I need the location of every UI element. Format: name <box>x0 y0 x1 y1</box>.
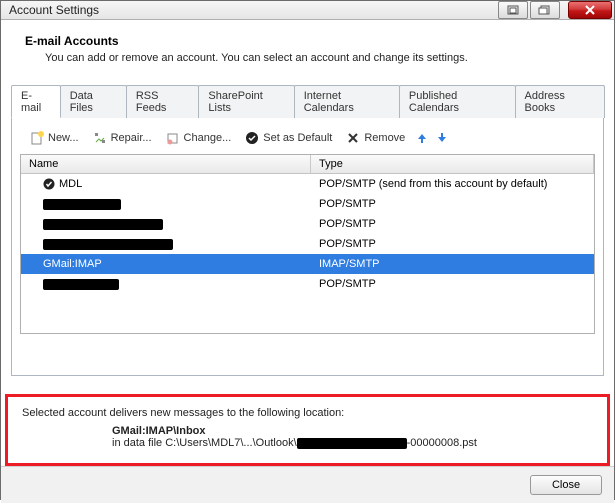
restore1-button[interactable] <box>498 1 528 19</box>
column-type[interactable]: Type <box>311 155 594 173</box>
header: E-mail Accounts You can add or remove an… <box>1 20 614 76</box>
account-type: POP/SMTP <box>311 198 594 210</box>
email-tab-body: New... Repair... Change... Set as Defaul… <box>11 118 604 376</box>
window-title: Account Settings <box>9 3 496 17</box>
account-row[interactable]: GMail:IMAP IMAP/SMTP <box>21 254 594 274</box>
account-row[interactable]: POP/SMTP <box>21 214 594 234</box>
account-type: POP/SMTP (send from this account by defa… <box>311 178 594 190</box>
header-title: E-mail Accounts <box>25 34 594 48</box>
change-icon <box>166 131 180 145</box>
toolbar: New... Repair... Change... Set as Defaul… <box>20 126 595 154</box>
tab-published-calendars[interactable]: Published Calendars <box>399 85 516 118</box>
tab-container: E-mailData FilesRSS FeedsSharePoint List… <box>1 76 614 376</box>
list-header: Name Type <box>21 155 594 174</box>
account-row[interactable]: MDL POP/SMTP (send from this account by d… <box>21 174 594 194</box>
redacted-name <box>43 279 119 290</box>
delivery-location-path: in data file C:\Users\MDL7\...\Outlook\-… <box>112 437 593 449</box>
tab-internet-calendars[interactable]: Internet Calendars <box>294 85 400 118</box>
set-default-button[interactable]: Set as Default <box>241 129 336 147</box>
tab-data-files[interactable]: Data Files <box>60 85 127 118</box>
redacted-name <box>43 219 163 230</box>
default-check-icon <box>43 178 55 190</box>
tab-rss-feeds[interactable]: RSS Feeds <box>126 85 200 118</box>
redacted-path <box>297 438 407 449</box>
tab-sharepoint-lists[interactable]: SharePoint Lists <box>198 85 294 118</box>
account-type: IMAP/SMTP <box>311 258 594 270</box>
restore2-button[interactable] <box>530 1 560 19</box>
redacted-name <box>43 239 173 250</box>
account-row[interactable]: POP/SMTP <box>21 274 594 294</box>
close-button[interactable]: Close <box>530 475 602 495</box>
repair-button[interactable]: Repair... <box>89 129 156 147</box>
account-row[interactable]: POP/SMTP <box>21 194 594 214</box>
remove-button[interactable]: Remove <box>342 129 409 147</box>
account-type: POP/SMTP <box>311 278 594 290</box>
account-type: POP/SMTP <box>311 218 594 230</box>
tab-strip: E-mailData FilesRSS FeedsSharePoint List… <box>11 84 604 118</box>
new-icon <box>30 131 44 145</box>
title-bar: Account Settings <box>1 1 614 20</box>
account-settings-window: Account Settings E-mail Accounts You can… <box>0 0 615 500</box>
tab-e-mail[interactable]: E-mail <box>11 85 61 118</box>
move-down-button[interactable] <box>435 131 449 145</box>
remove-icon <box>346 131 360 145</box>
account-name: MDL <box>59 178 82 190</box>
change-button[interactable]: Change... <box>162 129 236 147</box>
account-type: POP/SMTP <box>311 238 594 250</box>
move-up-button[interactable] <box>415 131 429 145</box>
new-button[interactable]: New... <box>26 129 83 147</box>
column-name[interactable]: Name <box>21 155 311 173</box>
delivery-info-lead: Selected account delivers new messages t… <box>22 407 593 419</box>
account-row[interactable]: POP/SMTP <box>21 234 594 254</box>
tab-address-books[interactable]: Address Books <box>515 85 605 118</box>
account-name: GMail:IMAP <box>43 258 102 270</box>
repair-icon <box>93 131 107 145</box>
delivery-info-frame: Selected account delivers new messages t… <box>5 394 610 466</box>
redacted-name <box>43 199 121 210</box>
close-window-button[interactable] <box>568 1 612 19</box>
account-list: Name Type MDL POP/SMTP (send from this ac… <box>20 154 595 334</box>
default-icon <box>245 131 259 145</box>
delivery-location-name: GMail:IMAP\Inbox <box>112 425 206 437</box>
delivery-info-body: GMail:IMAP\Inbox in data file C:\Users\M… <box>22 419 593 449</box>
header-subtitle: You can add or remove an account. You ca… <box>45 52 594 64</box>
dialog-button-bar: Close <box>1 466 614 503</box>
